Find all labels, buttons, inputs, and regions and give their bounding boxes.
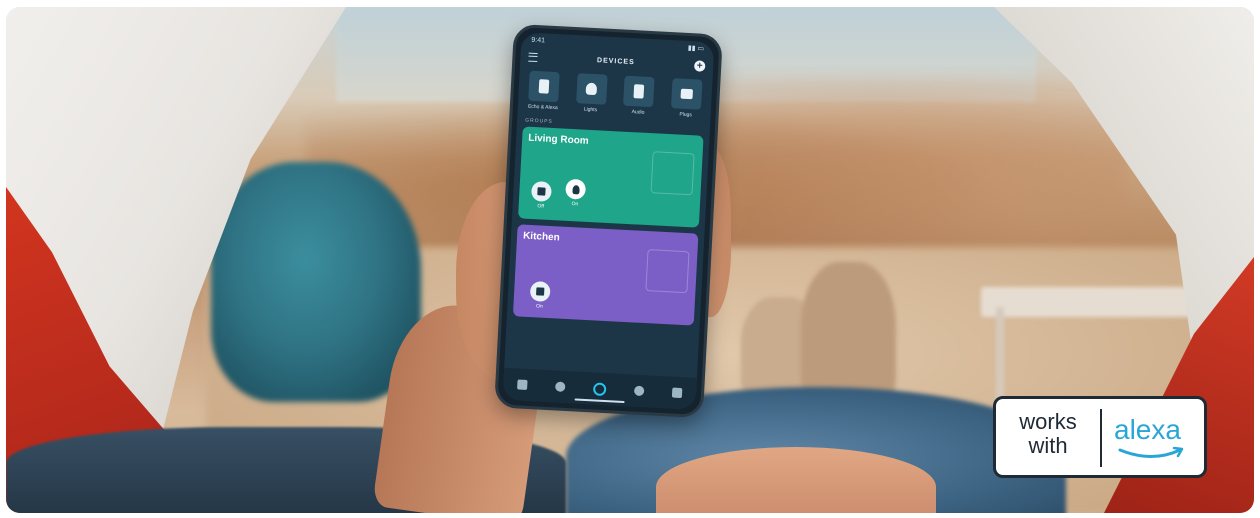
group-card-living-room[interactable]: Living Room Off On [518,126,704,228]
badge-line-works: works [1019,409,1077,434]
category-lights[interactable]: Lights [571,73,611,114]
alexa-wordmark: alexa [1114,414,1181,445]
kettle-illustration [645,249,690,294]
smartphone: 9:41 ▮▮ ▭ DEVICES + Echo & Alexa Lights … [494,23,723,419]
category-label: Lights [583,106,598,114]
home-icon[interactable] [517,379,528,390]
works-with-alexa-badge: works with alexa [993,396,1207,478]
phone-screen: 9:41 ▮▮ ▭ DEVICES + Echo & Alexa Lights … [502,32,715,410]
category-plugs[interactable]: Plugs [666,78,706,119]
alexa-icon[interactable] [592,381,607,396]
communicate-icon[interactable] [555,381,566,392]
armchair-illustration [650,151,695,196]
bottom-navigation [502,367,697,410]
category-label: Audio [631,109,645,116]
plug-icon [670,78,703,110]
home-indicator [574,398,625,404]
badge-text: works with [1008,410,1088,458]
lightbulb-icon [575,73,608,105]
plug-device[interactable]: On [529,281,551,310]
plug-icon [529,281,551,303]
alexa-smile-icon [1118,447,1184,458]
plug-device[interactable]: Off [530,180,552,210]
app-title: DEVICES [596,56,635,66]
category-audio[interactable]: Audio [619,75,659,116]
blue-backpack [211,162,421,402]
category-echo-alexa[interactable]: Echo & Alexa [524,70,564,111]
devices-icon[interactable] [671,387,683,399]
badge-line-with: with [1028,433,1068,458]
group-card-kitchen[interactable]: Kitchen On [512,224,699,326]
lightbulb-icon [565,178,587,200]
plug-icon [530,180,552,202]
group-name: Kitchen [522,230,561,244]
light-device[interactable]: On [565,178,587,208]
add-device-icon[interactable]: + [693,59,706,72]
category-label: Plugs [679,111,693,119]
device-state: On [535,303,543,310]
device-state: Off [537,203,545,210]
signal-battery-icon: ▮▮ ▭ [687,44,705,53]
status-time: 9:41 [531,36,546,44]
speaker-icon [623,75,655,108]
device-state: On [571,201,579,208]
play-icon[interactable] [633,385,645,397]
menu-icon[interactable] [528,52,538,62]
badge-divider [1100,409,1102,467]
echo-icon [528,70,560,103]
group-name: Living Room [527,132,589,147]
